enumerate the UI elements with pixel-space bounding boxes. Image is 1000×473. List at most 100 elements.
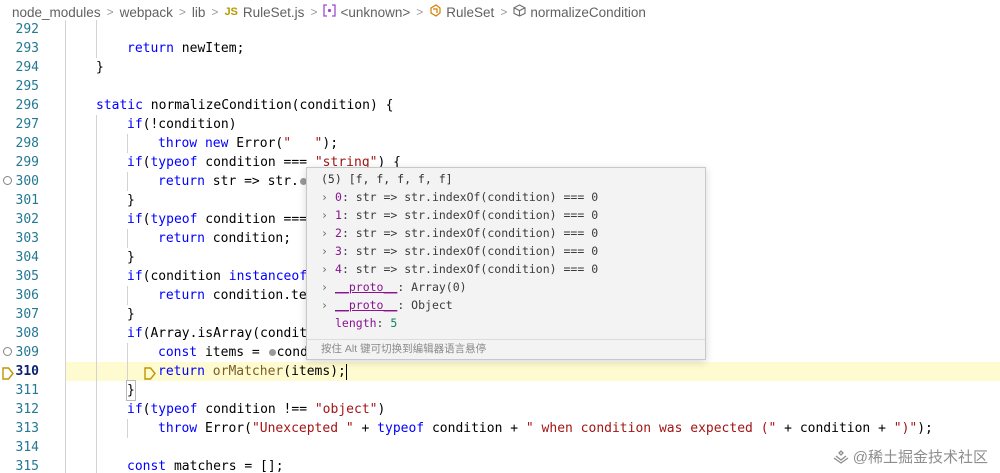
string-literal: "object" xyxy=(314,402,378,417)
entry-key: 0 xyxy=(335,190,342,204)
line-number: 313 xyxy=(15,421,39,436)
breadcrumb-label: RuleSet.js xyxy=(242,4,305,20)
indent-guide xyxy=(96,305,97,324)
entry-value: str => str.indexOf(condition) === 0 xyxy=(355,190,599,204)
hover-entry[interactable]: › 1: str => str.indexOf(condition) === 0 xyxy=(321,206,598,224)
indent-guide xyxy=(65,58,66,77)
indent-guide xyxy=(65,77,66,96)
code-text-tail: cond xyxy=(276,345,308,360)
current-frame-inline-icon xyxy=(144,365,156,380)
indent-guide xyxy=(127,229,128,248)
hover-entry-proto[interactable]: › __proto__: Object xyxy=(321,296,453,314)
kw-if: if xyxy=(127,155,143,170)
breadcrumb-separator: > xyxy=(310,5,318,19)
code-line[interactable]: 295 xyxy=(0,77,1000,96)
hover-entry[interactable]: › 0: str => str.indexOf(condition) === 0 xyxy=(321,188,598,206)
code-line[interactable]: 292 xyxy=(0,20,1000,39)
breadcrumb-item-method[interactable]: normalizeCondition xyxy=(513,4,646,20)
indent-guide xyxy=(127,419,128,438)
inline-breakpoint-icon[interactable] xyxy=(268,349,276,356)
string-literal: "Unexcepted " xyxy=(251,421,354,436)
indent-guide xyxy=(96,324,97,343)
line-number: 298 xyxy=(15,136,39,151)
code-line[interactable]: 313 throw Error("Unexcepted " + typeof c… xyxy=(0,419,1000,438)
chevron-right-icon[interactable]: › xyxy=(321,188,335,206)
line-number: 309 xyxy=(15,345,39,360)
line-number: 297 xyxy=(15,117,39,132)
chevron-right-icon[interactable]: › xyxy=(321,296,335,314)
code-text: return str => str. xyxy=(158,172,308,191)
text-cursor xyxy=(345,363,347,380)
breadcrumb-item-lib[interactable]: lib xyxy=(192,5,206,20)
hover-entry[interactable]: › 3: str => str.indexOf(condition) === 0 xyxy=(321,242,598,260)
indent-guide xyxy=(65,267,66,286)
chevron-right-icon[interactable]: › xyxy=(321,242,335,260)
code-line[interactable]: 294 } xyxy=(0,58,1000,77)
kw-if: if xyxy=(127,326,143,341)
chevron-right-icon[interactable]: › xyxy=(321,260,335,278)
code-text-bracket-match: } xyxy=(126,380,136,401)
indent-guide xyxy=(65,172,66,191)
code-line[interactable]: 298 throw new Error(" "); xyxy=(0,134,1000,153)
line-number: 314 xyxy=(15,440,39,455)
hover-entry-proto[interactable]: › __proto__: Array(0) xyxy=(321,278,467,296)
code-text: } xyxy=(96,60,104,75)
breadcrumb-separator: > xyxy=(211,5,219,19)
indent-guide xyxy=(65,153,66,172)
line-number: 299 xyxy=(15,155,39,170)
breadcrumb-item-unknown[interactable]: <unknown> xyxy=(323,4,410,20)
code-line[interactable]: 297 if(!condition) xyxy=(0,115,1000,134)
entry-value: 5 xyxy=(390,316,398,330)
line-number: 293 xyxy=(15,41,39,56)
code-text: if(!condition) xyxy=(127,117,237,132)
code-line[interactable]: 312 if(typeof condition !== "object") xyxy=(0,400,1000,419)
kw-typeof: typeof xyxy=(377,421,425,436)
code-line[interactable]: 296 static normalizeCondition(condition)… xyxy=(0,96,1000,115)
hover-entry[interactable]: › 2: str => str.indexOf(condition) === 0 xyxy=(321,224,598,242)
entry-key: length xyxy=(335,316,377,330)
breadcrumb-item-webpack[interactable]: webpack xyxy=(120,5,173,20)
indent-guide xyxy=(65,115,66,134)
indent-guide xyxy=(127,343,128,362)
indent-guide xyxy=(65,400,66,419)
breadcrumb-item-node-modules[interactable]: node_modules xyxy=(12,5,101,20)
code-line-current[interactable]: 310 return orMatcher(items); xyxy=(0,362,1000,381)
line-number: 295 xyxy=(15,79,39,94)
entry-value: str => str.indexOf(condition) === 0 xyxy=(355,226,599,240)
code-text: return newItem; xyxy=(127,41,245,56)
kw-static: static xyxy=(96,98,143,113)
method-cube-icon xyxy=(513,4,526,20)
debug-hover-widget[interactable]: (5) [f, f, f, f, f] › 0: str => str.index… xyxy=(306,167,706,360)
watermark-text: @稀土掘金技术社区 xyxy=(852,449,988,466)
chevron-right-icon[interactable]: › xyxy=(321,206,335,224)
line-number: 315 xyxy=(15,459,39,473)
hover-entry[interactable]: › 4: str => str.indexOf(condition) === 0 xyxy=(321,260,598,278)
line-number: 300 xyxy=(15,174,39,189)
chevron-right-icon[interactable]: › xyxy=(321,278,335,296)
code-line[interactable]: 293 return newItem; xyxy=(0,39,1000,58)
indent-guide xyxy=(65,438,66,457)
entry-key: 3 xyxy=(335,244,342,258)
chevron-right-icon[interactable]: › xyxy=(321,224,335,242)
breadcrumb-separator: > xyxy=(500,5,508,19)
line-number: 308 xyxy=(15,326,39,341)
indent-guide xyxy=(65,96,66,115)
indent-guide xyxy=(96,115,97,134)
indent-guide xyxy=(96,267,97,286)
breadcrumb-item-file[interactable]: JS RuleSet.js xyxy=(224,5,304,20)
code-text: return condition.te xyxy=(158,288,307,303)
string-literal: ")" xyxy=(893,421,918,436)
indent-guide xyxy=(96,248,97,267)
line-number: 312 xyxy=(15,402,39,417)
line-number: 301 xyxy=(15,193,39,208)
kw-typeof: typeof xyxy=(150,155,198,170)
breadcrumb-item-class[interactable]: RuleSet xyxy=(429,4,494,20)
indent-guide xyxy=(65,305,66,324)
line-number: 311 xyxy=(15,383,39,398)
line-number: 306 xyxy=(15,288,39,303)
indent-guide xyxy=(127,134,128,153)
indent-guide xyxy=(96,229,97,248)
code-line[interactable]: 311 } xyxy=(0,380,1000,401)
code-text: return condition; xyxy=(158,231,292,246)
kw-return: return xyxy=(127,41,174,56)
